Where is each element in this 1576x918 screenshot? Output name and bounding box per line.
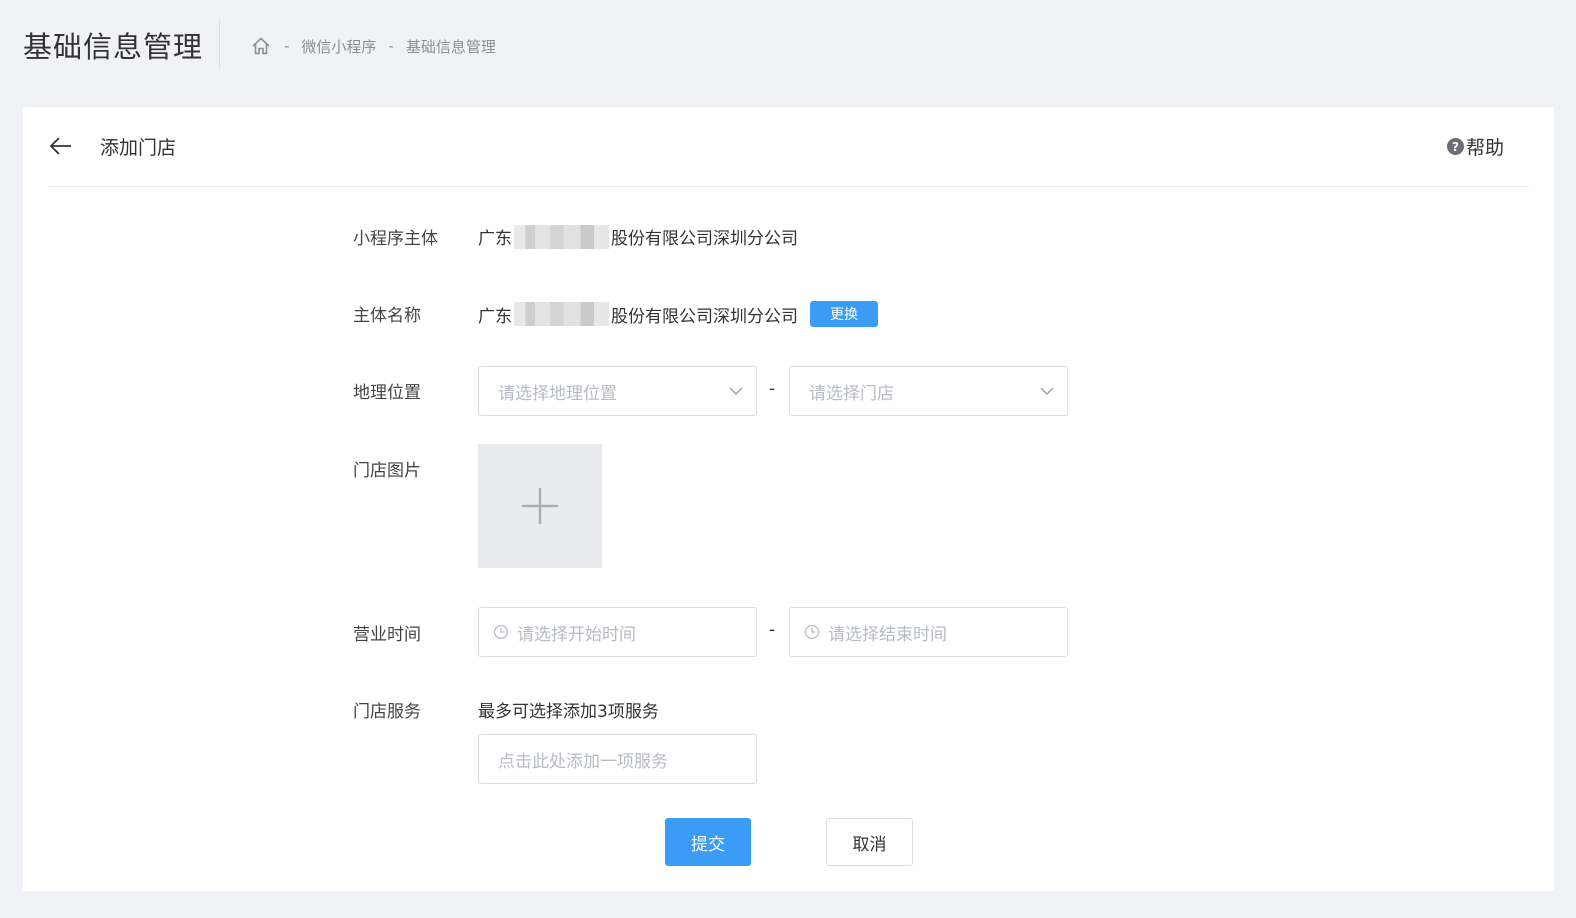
photo-label: 门店图片 <box>353 461 421 481</box>
help-label: 帮助 <box>1465 137 1504 159</box>
hours-label: 营业时间 <box>353 625 421 645</box>
back-arrow-icon[interactable] <box>48 133 74 159</box>
breadcrumb-separator: - <box>388 37 394 55</box>
services-label: 门店服务 <box>353 702 421 722</box>
breadcrumb-separator: - <box>284 37 290 55</box>
clock-icon <box>804 624 820 640</box>
redacted-text <box>514 302 609 326</box>
store-select[interactable]: 请选择门店 <box>789 366 1068 416</box>
subject-label: 小程序主体 <box>353 229 438 249</box>
add-service-placeholder: 点击此处添加一项服务 <box>498 751 668 772</box>
title-divider <box>219 20 220 68</box>
subject-value-prefix: 广东 <box>478 229 512 249</box>
start-time-placeholder: 请选择开始时间 <box>517 624 636 645</box>
location-separator: - <box>769 379 776 399</box>
entity-name-label: 主体名称 <box>353 306 421 326</box>
services-hint: 最多可选择添加3项服务 <box>478 702 659 722</box>
help-link[interactable]: ? 帮助 <box>1446 133 1504 160</box>
card-header: 添加门店 ? 帮助 <box>48 107 1529 187</box>
region-select-placeholder: 请选择地理位置 <box>498 383 617 404</box>
card-title: 添加门店 <box>100 137 177 159</box>
location-label: 地理位置 <box>353 383 421 403</box>
store-select-placeholder: 请选择门店 <box>809 383 894 404</box>
entity-name-value: 广东 股份有限公司深圳分公司 更换 <box>478 301 878 327</box>
start-time-input[interactable]: 请选择开始时间 <box>478 607 757 657</box>
subject-value-suffix: 股份有限公司深圳分公司 <box>611 229 798 249</box>
page-title: 基础信息管理 <box>23 30 204 64</box>
top-bar: 基础信息管理 - 微信小程序 - 基础信息管理 <box>0 0 1576 92</box>
hours-separator: - <box>769 620 776 640</box>
redacted-text <box>514 224 609 249</box>
region-select[interactable]: 请选择地理位置 <box>478 366 757 416</box>
add-service-input[interactable]: 点击此处添加一项服务 <box>478 734 757 784</box>
change-entity-button[interactable]: 更换 <box>810 301 878 327</box>
help-icon: ? <box>1446 138 1464 155</box>
entity-name-suffix: 股份有限公司深圳分公司 <box>611 306 798 327</box>
submit-button[interactable]: 提交 <box>665 818 751 866</box>
plus-icon <box>522 488 558 524</box>
clock-icon <box>493 624 509 640</box>
photo-upload[interactable] <box>478 444 602 568</box>
chevron-down-icon <box>1040 387 1054 395</box>
end-time-input[interactable]: 请选择结束时间 <box>789 607 1068 657</box>
home-icon[interactable] <box>250 35 272 57</box>
cancel-button[interactable]: 取消 <box>826 818 913 866</box>
breadcrumb-item-basic-info[interactable]: 基础信息管理 <box>406 36 496 57</box>
entity-name-prefix: 广东 <box>478 306 512 327</box>
breadcrumb: - 微信小程序 - 基础信息管理 <box>250 33 496 59</box>
end-time-placeholder: 请选择结束时间 <box>828 624 947 645</box>
breadcrumb-item-mini-program[interactable]: 微信小程序 <box>301 36 376 57</box>
subject-value: 广东 股份有限公司深圳分公司 <box>478 224 798 249</box>
form-card: 添加门店 ? 帮助 小程序主体 广东 股份有限公司深圳分公司 主体名称 广东 股… <box>23 107 1554 891</box>
chevron-down-icon <box>729 387 743 395</box>
